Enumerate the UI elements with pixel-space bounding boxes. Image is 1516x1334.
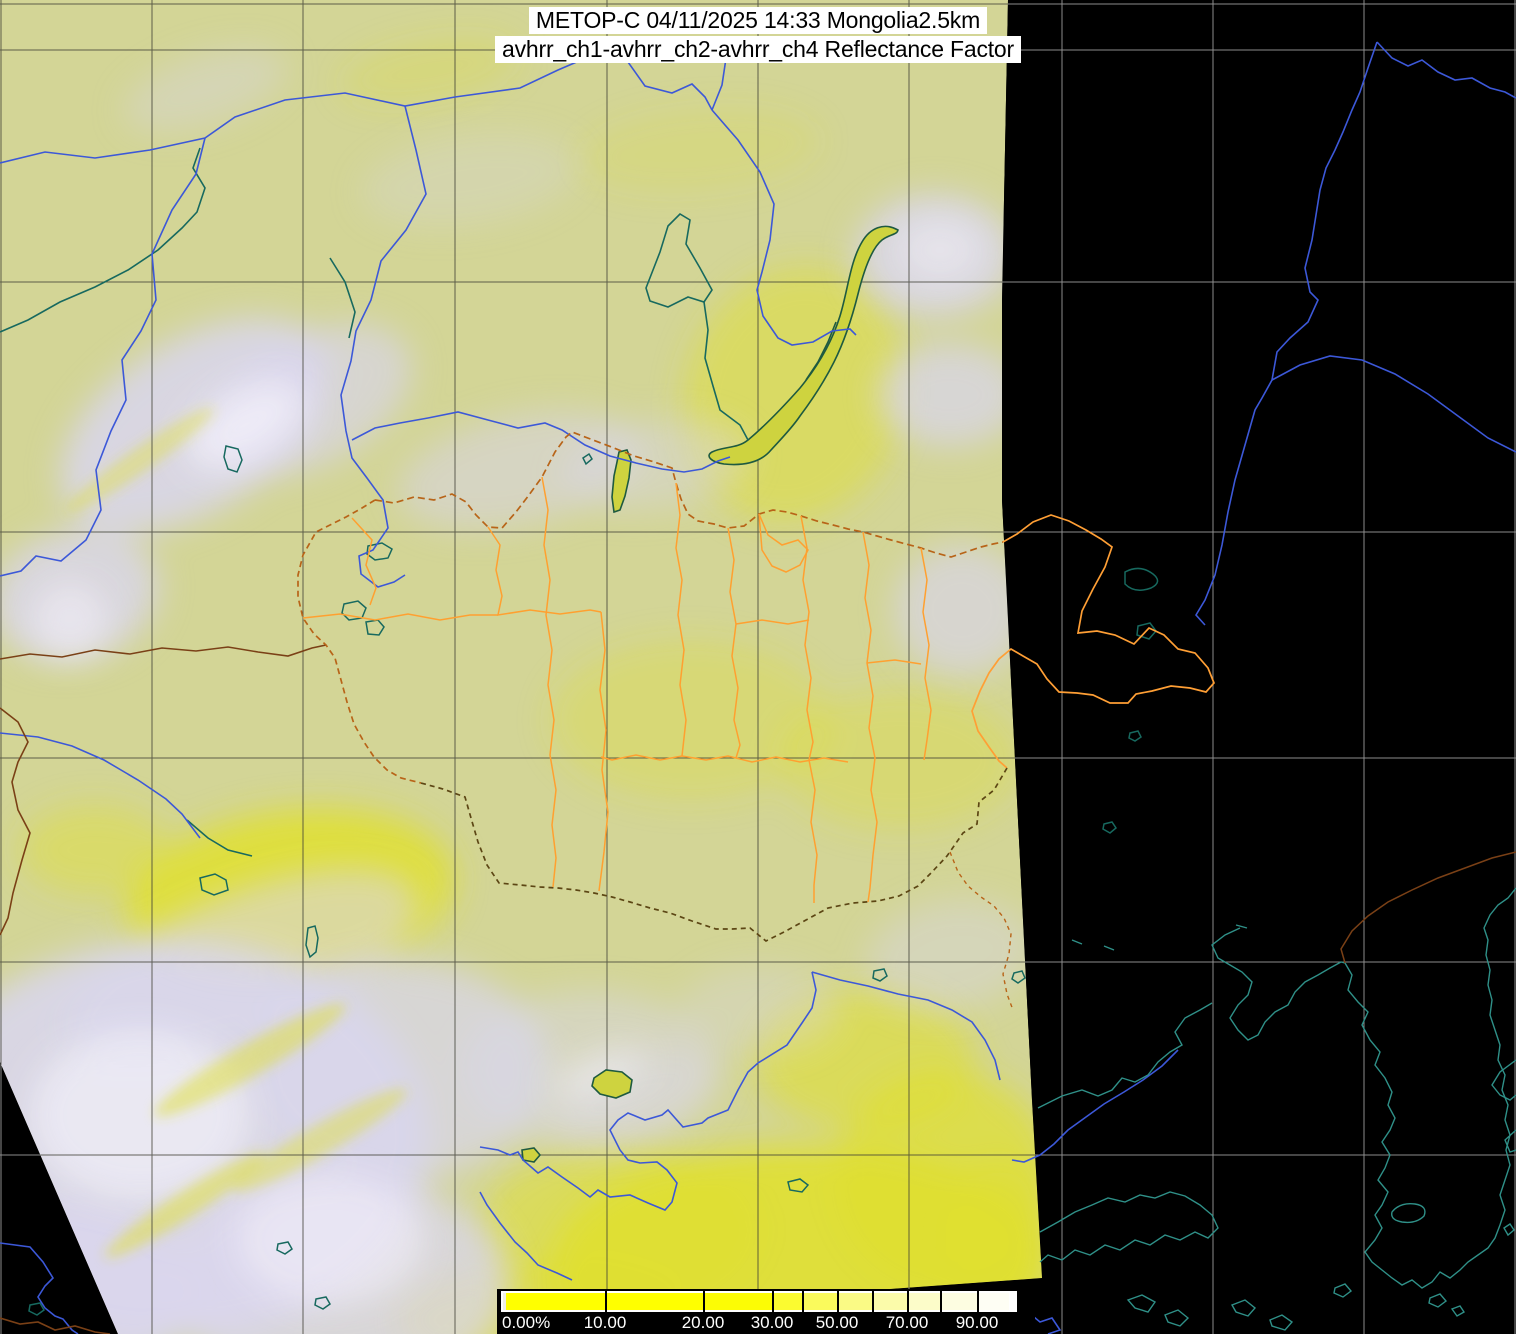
colorbar-label-70: 70.00 <box>885 1313 929 1332</box>
colorbar-tick-60 <box>872 1291 874 1312</box>
colorbar-tick-90 <box>977 1291 979 1312</box>
colorbar: 0.00% 10.00 20.00 30.00 50.00 70.00 90.0… <box>497 1289 1035 1334</box>
title-line-1: METOP-C 04/11/2025 14:33 Mongolia2.5km <box>528 7 988 34</box>
title-line-2: avhrr_ch1-avhrr_ch2-avhrr_ch4 Reflectanc… <box>495 36 1021 63</box>
colorbar-tick-50 <box>837 1291 839 1312</box>
title-row-1: METOP-C 04/11/2025 14:33 Mongolia2.5km <box>0 7 1516 34</box>
colorbar-tick-80 <box>940 1291 942 1312</box>
colorbar-tick-10 <box>605 1291 607 1312</box>
colorbar-tick-30 <box>772 1291 774 1312</box>
colorbar-label-20: 20.00 <box>681 1313 725 1332</box>
colorbar-label-90: 90.00 <box>955 1313 999 1332</box>
satellite-viewer: METOP-C 04/11/2025 14:33 Mongolia2.5km a… <box>0 0 1516 1334</box>
satellite-map <box>0 0 1516 1334</box>
colorbar-label-30: 30.00 <box>750 1313 794 1332</box>
title-row-2: avhrr_ch1-avhrr_ch2-avhrr_ch4 Reflectanc… <box>0 36 1516 63</box>
colorbar-label-10: 10.00 <box>583 1313 627 1332</box>
colorbar-tick-40 <box>802 1291 804 1312</box>
image-annotation: METOP-C 04/11/2025 14:33 Mongolia2.5km a… <box>0 7 1516 63</box>
colorbar-label-50: 50.00 <box>815 1313 859 1332</box>
colorbar-tick-70 <box>907 1291 909 1312</box>
colorbar-label-0: 0.00% <box>502 1313 551 1332</box>
colorbar-tick-20 <box>703 1291 705 1312</box>
